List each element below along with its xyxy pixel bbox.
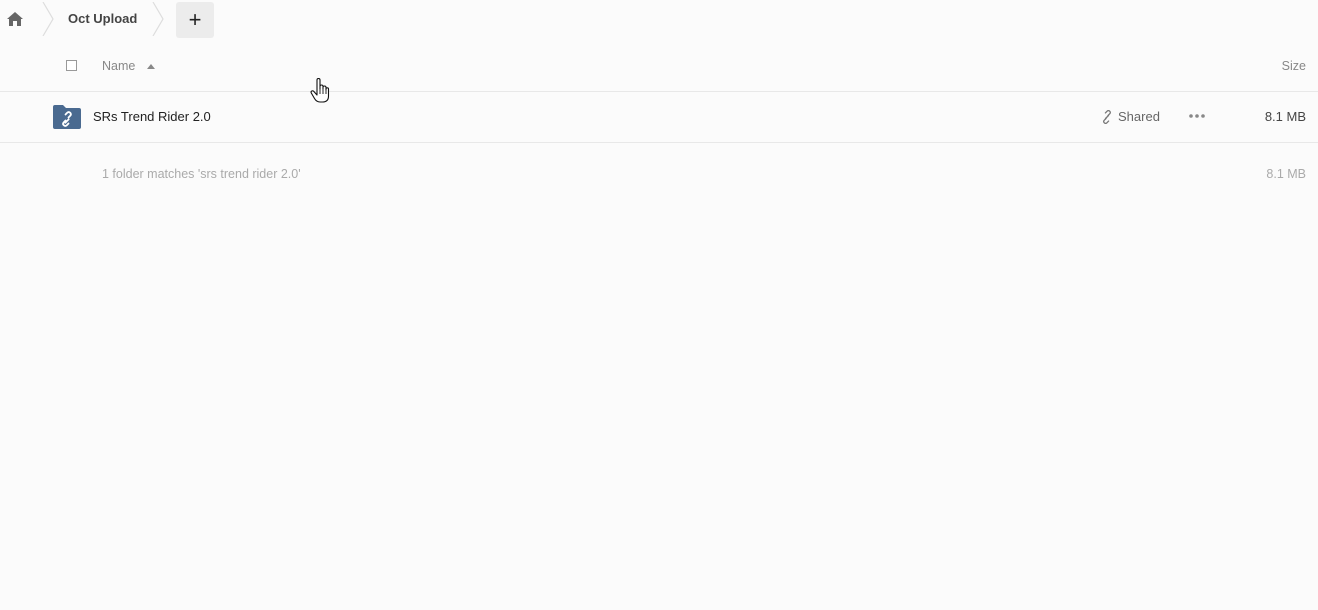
breadcrumb-separator-icon [42, 2, 54, 36]
share-label: Shared [1118, 109, 1160, 124]
share-button[interactable]: Shared [1100, 109, 1160, 124]
column-header-size[interactable]: Size [1282, 59, 1306, 73]
summary-row: 1 folder matches 'srs trend rider 2.0' 8… [0, 143, 1318, 203]
breadcrumb-separator-icon [152, 2, 164, 36]
sort-ascending-icon [147, 64, 155, 69]
table-header: Name Size [0, 44, 1318, 92]
summary-text: 1 folder matches 'srs trend rider 2.0' [102, 167, 301, 181]
link-icon [1103, 109, 1111, 124]
summary-size: 8.1 MB [1266, 167, 1306, 181]
add-new-button[interactable]: + [176, 2, 214, 38]
breadcrumb: Oct Upload + [0, 0, 1318, 38]
file-browser: Oct Upload + Name Size SRs Trend Rider 2… [0, 0, 1318, 610]
more-options-icon[interactable] [1188, 112, 1206, 120]
shared-folder-icon [53, 105, 81, 129]
hand-cursor-icon [310, 78, 330, 103]
plus-icon: + [188, 7, 202, 32]
column-header-name[interactable]: Name [102, 59, 135, 73]
file-size: 8.1 MB [1264, 109, 1306, 124]
select-all-checkbox[interactable] [66, 60, 77, 71]
breadcrumb-folder[interactable]: Oct Upload [68, 11, 137, 26]
breadcrumb-home[interactable] [4, 6, 26, 32]
table-row[interactable]: SRs Trend Rider 2.0 Shared 8.1 MB [0, 92, 1318, 143]
file-name-link[interactable]: SRs Trend Rider 2.0 [93, 109, 211, 124]
home-icon [7, 12, 23, 26]
